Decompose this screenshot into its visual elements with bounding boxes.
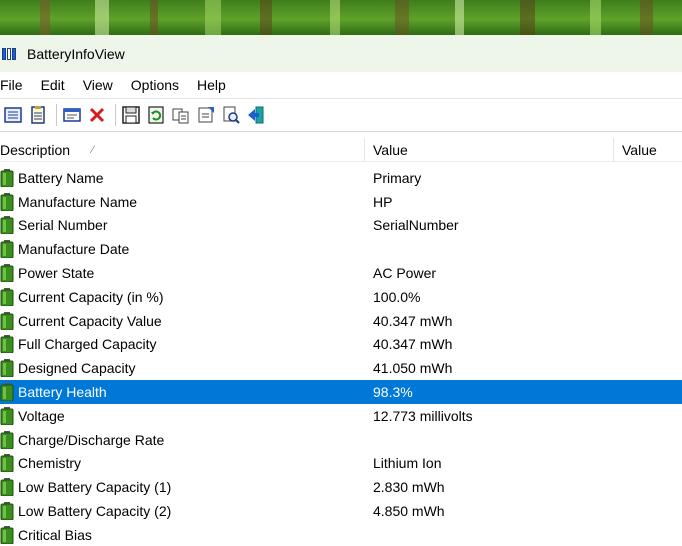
battery-icon xyxy=(0,240,14,259)
table-row[interactable]: Current Capacity Value 40.347 mWh xyxy=(0,309,682,333)
row-label: Current Capacity Value xyxy=(18,312,162,329)
row-value: Lithium Ion xyxy=(373,455,442,472)
row-label: Full Charged Capacity xyxy=(18,336,157,353)
row-label: Chemistry xyxy=(18,455,82,472)
report-icon[interactable] xyxy=(27,104,49,126)
battery-icon xyxy=(0,264,14,283)
properties-icon[interactable] xyxy=(2,104,24,126)
row-label: Current Capacity (in %) xyxy=(18,288,164,305)
table-row[interactable]: Manufacture Name HP xyxy=(0,190,682,214)
battery-info-list: Battery Name Primary Manufacture Name HP S… xyxy=(0,166,682,546)
battery-icon xyxy=(0,287,14,307)
table-row[interactable]: Voltage 12.773 millivolts xyxy=(0,404,682,428)
menu-help[interactable]: Help xyxy=(188,77,235,93)
row-value: 100.0% xyxy=(373,288,421,305)
row-value: 12.773 millivolts xyxy=(373,407,473,424)
row-label: Low Battery Capacity (2) xyxy=(18,503,172,520)
list-header: Description ∕ Value Value xyxy=(0,137,682,162)
battery-icon xyxy=(0,430,14,450)
menu-file[interactable]: File xyxy=(0,77,32,93)
row-label: Designed Capacity xyxy=(18,360,136,377)
row-label: Voltage xyxy=(18,407,65,424)
row-value: Primary xyxy=(373,169,422,186)
row-label: Serial Number xyxy=(18,217,108,234)
find-icon[interactable] xyxy=(220,104,242,126)
row-label: Power State xyxy=(18,265,95,282)
row-label: Low Battery Capacity (1) xyxy=(18,479,172,496)
row-value: 40.347 mWh xyxy=(373,336,453,353)
row-value: 40.347 mWh xyxy=(373,312,453,329)
properties-sheet-icon[interactable] xyxy=(195,104,217,126)
row-value: 4.850 mWh xyxy=(373,503,445,520)
refresh-icon[interactable] xyxy=(145,104,167,126)
battery-icon xyxy=(0,406,14,426)
row-value: SerialNumber xyxy=(373,217,459,234)
menu-bar: File Edit View Options Help xyxy=(0,72,682,98)
copy-icon[interactable] xyxy=(170,104,192,126)
exit-icon[interactable] xyxy=(245,104,267,126)
column-header-description[interactable]: Description ∕ xyxy=(0,137,365,162)
table-row[interactable]: Manufacture Date xyxy=(0,237,682,261)
battery-icon xyxy=(0,216,14,235)
table-row[interactable]: Low Battery Capacity (1) 2.830 mWh xyxy=(0,475,682,499)
row-label: Critical Bias xyxy=(18,526,92,543)
table-row[interactable]: Charge/Discharge Rate xyxy=(0,428,682,452)
column-header-label: Value xyxy=(373,141,408,158)
table-row[interactable]: Serial Number SerialNumber xyxy=(0,214,682,238)
battery-icon xyxy=(0,454,14,473)
battery-icon xyxy=(0,311,14,331)
toolbar-separator xyxy=(56,104,57,126)
table-row[interactable]: Current Capacity (in %) 100.0% xyxy=(0,285,682,309)
battery-icon xyxy=(0,383,14,402)
table-row[interactable]: Power State AC Power xyxy=(0,261,682,285)
battery-icon xyxy=(0,478,14,497)
menu-view[interactable]: View xyxy=(74,77,122,93)
column-header-label: Description xyxy=(0,141,71,158)
battery-icon xyxy=(0,359,14,378)
row-label: Manufacture Date xyxy=(18,241,130,258)
save-icon[interactable] xyxy=(120,104,142,126)
column-header-label: Value xyxy=(622,141,657,158)
sort-ascending-icon: ∕ xyxy=(92,143,94,156)
column-header-value-2[interactable]: Value xyxy=(614,138,682,162)
table-row[interactable]: Full Charged Capacity 40.347 mWh xyxy=(0,333,682,357)
toolbar-separator xyxy=(115,104,116,126)
row-value: 98.3% xyxy=(373,384,413,401)
column-header-value[interactable]: Value xyxy=(365,137,614,162)
table-row[interactable]: Low Battery Capacity (2) 4.850 mWh xyxy=(0,499,682,523)
title-bar[interactable]: BatteryInfoView xyxy=(0,35,682,72)
table-row[interactable]: Designed Capacity 41.050 mWh xyxy=(0,356,682,380)
table-row[interactable]: Chemistry Lithium Ion xyxy=(0,452,682,476)
table-row[interactable]: Critical Bias xyxy=(0,523,682,546)
desktop-wallpaper xyxy=(0,0,682,35)
delete-icon[interactable] xyxy=(86,104,108,126)
row-value: HP xyxy=(373,193,393,210)
row-value: 2.830 mWh xyxy=(373,479,445,496)
row-label: Manufacture Name xyxy=(18,193,138,210)
row-label: Battery Health xyxy=(18,384,107,401)
row-label: Charge/Discharge Rate xyxy=(18,431,165,448)
toolbar xyxy=(0,98,682,132)
row-label: Battery Name xyxy=(18,169,104,186)
table-row[interactable]: Battery Health 98.3% xyxy=(0,380,682,404)
table-row[interactable]: Battery Name Primary xyxy=(0,166,682,190)
html-report-icon[interactable] xyxy=(61,104,83,126)
window-title: BatteryInfoView xyxy=(27,45,125,62)
battery-icon xyxy=(0,192,14,212)
menu-options[interactable]: Options xyxy=(122,77,188,93)
battery-icon xyxy=(0,502,14,521)
battery-icon xyxy=(0,168,14,188)
battery-app-icon xyxy=(2,47,20,60)
row-value: AC Power xyxy=(373,265,437,282)
row-value: 41.050 mWh xyxy=(373,360,453,377)
battery-icon xyxy=(0,525,14,545)
menu-edit[interactable]: Edit xyxy=(32,77,74,93)
battery-icon xyxy=(0,335,14,354)
